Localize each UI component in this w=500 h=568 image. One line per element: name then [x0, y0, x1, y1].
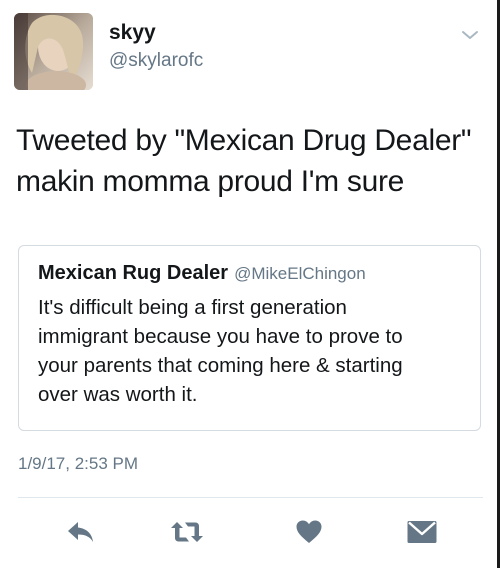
quoted-tweet-header: Mexican Rug Dealer @MikeElChingon [38, 263, 366, 283]
divider [18, 497, 483, 498]
quoted-author-handle: @MikeElChingon [234, 264, 366, 283]
more-options-chevron-down-icon[interactable] [460, 28, 480, 42]
avatar-photo [14, 13, 93, 90]
avatar[interactable] [14, 13, 93, 90]
tweet-text: Tweeted by "Mexican Drug Dealer" makin m… [16, 120, 486, 202]
quoted-text-line: It's difficult being a first generation [38, 296, 347, 319]
quoted-text-line: immigrant because you have to prove to [38, 325, 403, 348]
quoted-author-display-name: Mexican Rug Dealer [38, 262, 229, 284]
tweet-timestamp[interactable]: 1/9/17, 2:53 PM [18, 455, 138, 472]
quoted-text-line: your parents that coming here & starting [38, 354, 403, 377]
author-display-name[interactable]: skyy [109, 22, 156, 43]
tweet-actions-bar [0, 510, 500, 554]
reply-icon[interactable] [64, 516, 98, 548]
direct-message-icon[interactable] [405, 516, 439, 548]
tweet-text-line: Tweeted by "Mexican Drug Dealer" [16, 124, 472, 157]
tweet-card: skyy @skylarofc Tweeted by "Mexican Drug… [0, 0, 500, 568]
like-heart-icon[interactable] [292, 516, 326, 548]
quoted-text-line: over was worth it. [38, 383, 198, 406]
author-handle[interactable]: @skylarofc [109, 51, 203, 70]
quoted-tweet[interactable]: Mexican Rug Dealer @MikeElChingon It's di… [18, 245, 481, 431]
tweet-text-line: makin momma proud I'm sure [16, 165, 405, 198]
retweet-icon[interactable] [170, 516, 204, 548]
quoted-tweet-text: It's difficult being a first generation … [38, 293, 478, 409]
